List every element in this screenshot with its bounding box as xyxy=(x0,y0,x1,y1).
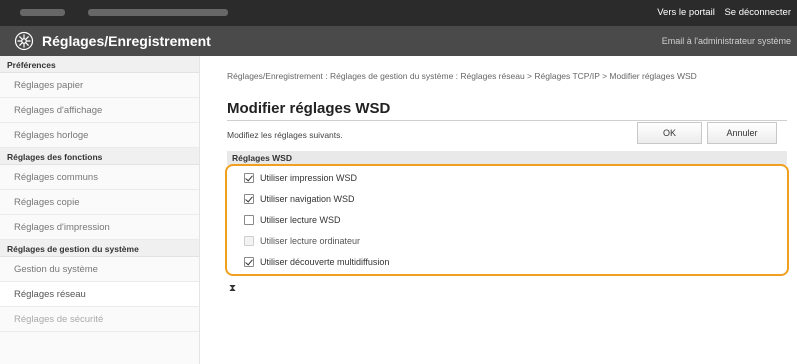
page-title: Modifier réglages WSD xyxy=(227,100,391,117)
main-content: Réglages/Enregistrement : Réglages de ge… xyxy=(220,56,797,364)
checkbox-wsd-scan[interactable] xyxy=(244,215,254,225)
sidebar-section-preferences: Préférences xyxy=(0,56,199,73)
option-multicast-discovery[interactable]: Utiliser découverte multidiffusion xyxy=(244,257,389,271)
cancel-button[interactable]: Annuler xyxy=(707,122,777,144)
option-wsd-print[interactable]: Utiliser impression WSD xyxy=(244,173,357,187)
portal-link[interactable]: Vers le portail xyxy=(657,7,715,18)
sidebar: Préférences Réglages papier Réglages d'a… xyxy=(0,56,200,364)
checkbox-multicast-discovery[interactable] xyxy=(244,257,254,267)
logout-link[interactable]: Se déconnecter xyxy=(724,7,791,18)
instructions-text: Modifiez les réglages suivants. xyxy=(227,130,343,140)
option-label: Utiliser lecture WSD xyxy=(260,215,341,225)
blurred-product-name xyxy=(20,9,65,16)
top-bar: Vers le portail Se déconnecter xyxy=(0,0,797,26)
option-label: Utiliser impression WSD xyxy=(260,173,358,183)
sidebar-section-system-management: Réglages de gestion du système xyxy=(0,240,199,257)
ok-button[interactable]: OK xyxy=(637,122,702,144)
sidebar-item-paper-settings[interactable]: Réglages papier xyxy=(0,73,199,98)
blurred-device-name xyxy=(88,9,228,16)
sidebar-item-print-settings[interactable]: Réglages d'impression xyxy=(0,215,199,240)
topbar-links: Vers le portail Se déconnecter xyxy=(650,7,791,18)
checkbox-wsd-browse[interactable] xyxy=(244,194,254,204)
option-label: Utiliser navigation WSD xyxy=(260,194,355,204)
option-label: Utiliser découverte multidiffusion xyxy=(260,257,390,267)
sidebar-item-display-settings[interactable]: Réglages d'affichage xyxy=(0,98,199,123)
admin-email-link[interactable]: Email à l'administrateur système xyxy=(662,36,791,46)
sidebar-item-clock-settings[interactable]: Réglages horloge xyxy=(0,123,199,148)
title-bar: Réglages/Enregistrement Email à l'admini… xyxy=(0,26,797,56)
gear-icon xyxy=(14,31,34,51)
sidebar-item-copy-settings[interactable]: Réglages copie xyxy=(0,190,199,215)
breadcrumb: Réglages/Enregistrement : Réglages de ge… xyxy=(227,71,697,81)
checkbox-wsd-print[interactable] xyxy=(244,173,254,183)
section-header-wsd: Réglages WSD xyxy=(227,151,787,165)
sidebar-item-security-settings[interactable]: Réglages de sécurité xyxy=(0,307,199,332)
sidebar-section-function-settings: Réglages des fonctions xyxy=(0,148,199,165)
option-computer-scan: Utiliser lecture ordinateur xyxy=(244,236,360,250)
checkbox-computer-scan xyxy=(244,236,254,246)
app-title: Réglages/Enregistrement xyxy=(42,33,211,49)
sidebar-item-network-settings[interactable]: Réglages réseau xyxy=(0,282,199,307)
option-wsd-scan[interactable]: Utiliser lecture WSD xyxy=(244,215,341,229)
sidebar-item-common-settings[interactable]: Réglages communs xyxy=(0,165,199,190)
title-divider xyxy=(227,120,787,121)
option-label: Utiliser lecture ordinateur xyxy=(260,236,361,246)
sidebar-item-system-management[interactable]: Gestion du système xyxy=(0,257,199,282)
scroll-to-top-icon[interactable]: ⧗ xyxy=(229,283,236,294)
option-wsd-browse[interactable]: Utiliser navigation WSD xyxy=(244,194,355,208)
